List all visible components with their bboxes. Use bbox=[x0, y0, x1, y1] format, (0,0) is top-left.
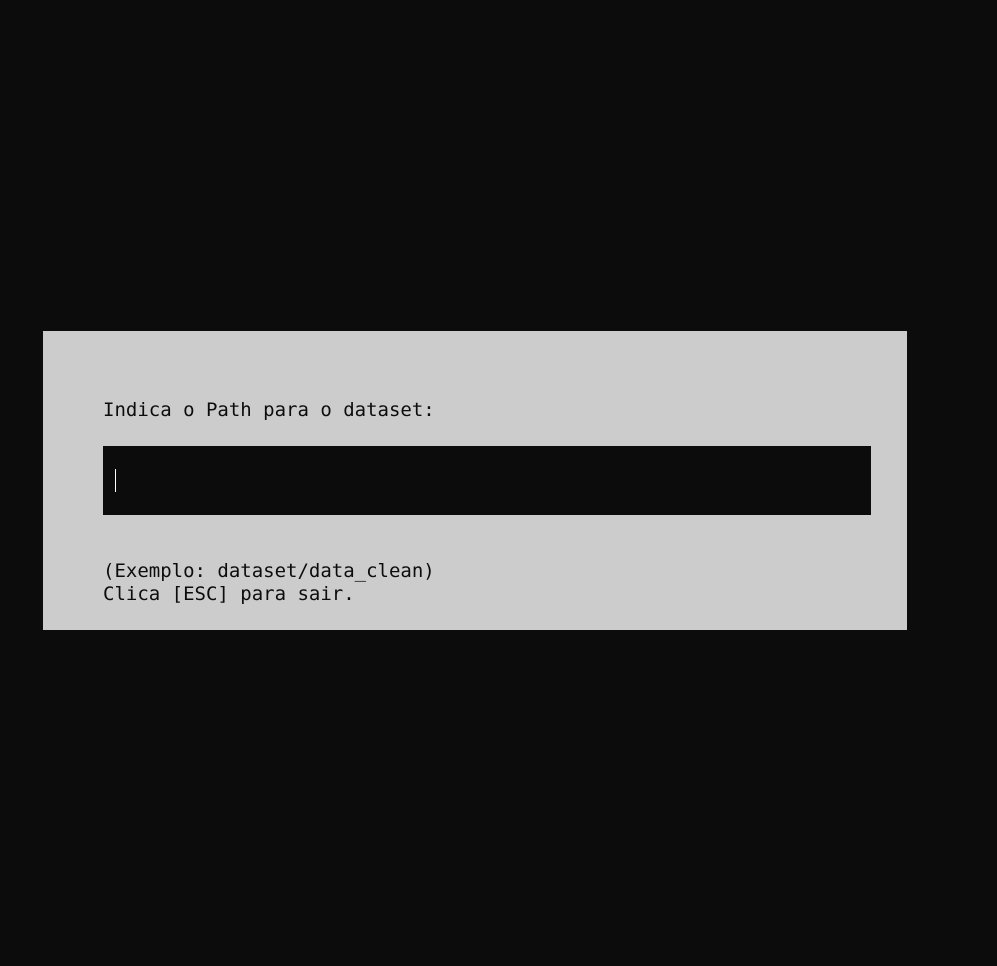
exit-hint: Clica [ESC] para sair. bbox=[103, 583, 355, 605]
path-dialog: Indica o Path para o dataset: (Exemplo: … bbox=[43, 331, 907, 630]
path-prompt-label: Indica o Path para o dataset: bbox=[103, 399, 435, 421]
example-hint: (Exemplo: dataset/data_clean) bbox=[103, 560, 435, 582]
path-input[interactable] bbox=[103, 446, 871, 515]
help-text: (Exemplo: dataset/data_clean) Clica [ESC… bbox=[103, 560, 435, 606]
text-cursor bbox=[115, 469, 116, 492]
terminal-window: Indica o Path para o dataset: (Exemplo: … bbox=[0, 0, 997, 966]
path-input-container[interactable] bbox=[103, 446, 871, 515]
